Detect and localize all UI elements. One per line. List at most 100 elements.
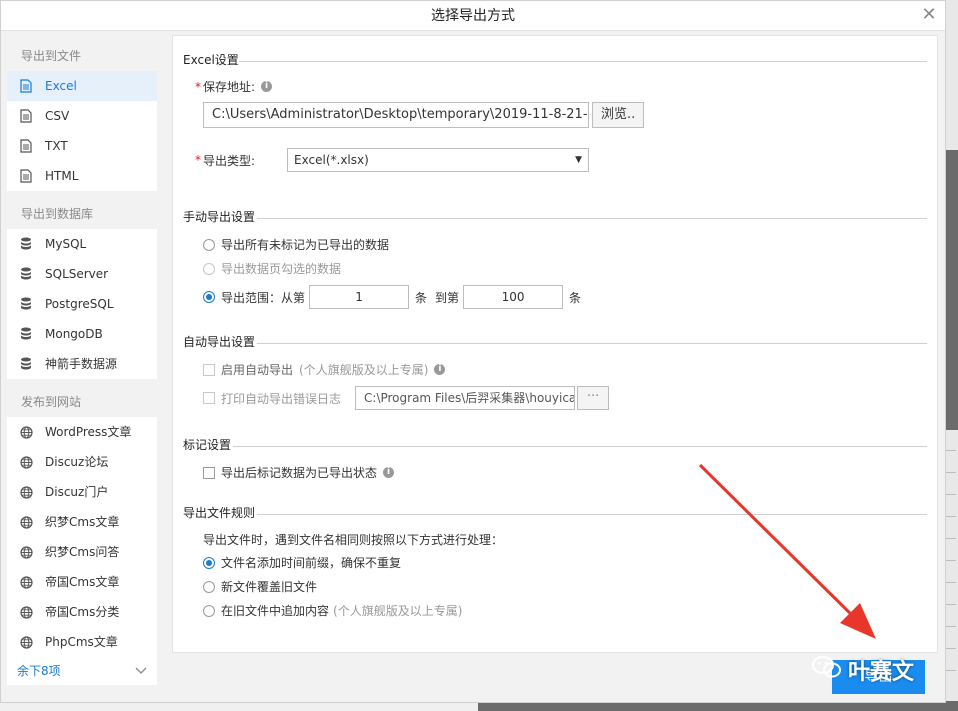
to-label: 到第 [435,290,460,305]
unit-label: 条 [569,290,582,305]
export-target-sidebar: 导出到文件 Excel CSV TXT HTML 导出到数据库 MySQL SQ… [7,41,157,685]
group-head-database: 导出到数据库 [7,199,157,229]
globe-icon [19,575,33,589]
radio-range[interactable] [203,291,215,303]
auto-export-row: 启用自动导出 (个人旗舰版及以上专属) i [203,361,446,378]
divider [257,218,927,219]
sidebar-item-postgresql[interactable]: PostgreSQL [7,289,157,319]
section-title-mark: 标记设置 [183,438,232,452]
sidebar-item-phpcms-article[interactable]: PhpCms文章 [7,627,157,657]
info-icon[interactable]: i [434,364,446,375]
group-head-website: 发布到网站 [7,387,157,417]
option-overwrite[interactable]: 新文件覆盖旧文件 [203,578,317,595]
unit-label: 条 [415,290,428,305]
file-icon [19,169,33,183]
sidebar-item-csv[interactable]: CSV [7,101,157,131]
database-icon [19,267,33,281]
option-checked[interactable]: 导出数据页勾选的数据 [203,260,341,277]
close-icon[interactable]: ✕ [919,5,939,25]
globe-icon [19,545,33,559]
sidebar-item-label: TXT [45,139,68,153]
browse-button[interactable]: 浏览.. [592,102,645,128]
watermark: 叶赛文 [812,654,914,686]
mark-exported-row: 导出后标记数据为已导出状态 i [203,464,395,481]
sidebar-item-label: 神箭手数据源 [45,357,118,371]
option-range[interactable]: 导出范围：从第 1 条 到第 100 条 [203,285,581,309]
sidebar-item-label: PostgreSQL [45,297,114,311]
sidebar-item-empirecms-category[interactable]: 帝国Cms分类 [7,597,157,627]
section-mark: 标记设置 [183,436,231,453]
sidebar-item-label: MongoDB [45,327,103,341]
group-file: 导出到文件 Excel CSV TXT HTML [7,41,157,191]
export-type-row: * 导出类型: Excel(*.xlsx) ▼ [195,148,590,172]
option-range-label: 导出范围：从第 [221,290,306,305]
sidebar-item-excel[interactable]: Excel [7,71,157,101]
section-manual: 手动导出设置 [183,208,255,225]
sidebar-item-label: SQLServer [45,267,109,281]
section-auto: 自动导出设置 [183,333,255,350]
sidebar-item-txt[interactable]: TXT [7,131,157,161]
sidebar-item-label: 帝国Cms分类 [45,605,120,619]
section-title-auto: 自动导出设置 [183,335,256,349]
radio-append[interactable] [203,604,215,617]
radio-checked[interactable] [203,262,215,275]
section-title-excel: Excel设置 [183,53,239,67]
auto-export-checkbox[interactable] [203,363,215,376]
option-append[interactable]: 在旧文件中追加内容 (个人旗舰版及以上专属) [203,602,462,619]
radio-timestamp[interactable] [203,556,215,569]
sidebar-item-shenjianshou[interactable]: 神箭手数据源 [7,349,157,379]
sidebar-item-html[interactable]: HTML [7,161,157,191]
database-icon [19,297,33,311]
sidebar-item-wordpress[interactable]: WordPress文章 [7,417,157,447]
export-type-label: 导出类型: [203,153,256,168]
error-log-checkbox[interactable] [203,392,215,404]
watermark-text: 叶赛文 [848,660,915,685]
section-title-manual: 手动导出设置 [183,210,256,224]
file-icon [19,139,33,153]
option-timestamp[interactable]: 文件名添加时间前缀，确保不重复 [203,554,401,571]
option-unexported[interactable]: 导出所有未标记为已导出的数据 [203,236,389,253]
sidebar-item-dedecms-article[interactable]: 织梦Cms文章 [7,507,157,537]
save-path-input[interactable]: C:\Users\Administrator\Desktop\temporary… [203,102,589,128]
auto-export-label: 启用自动导出 [221,363,294,377]
option-overwrite-label: 新文件覆盖旧文件 [221,580,318,594]
error-log-label: 打印自动导出错误日志 [221,391,342,406]
sidebar-item-sqlserver[interactable]: SQLServer [7,259,157,289]
rule-description-text: 导出文件时，遇到文件名相同则按照以下方式进行处理： [203,533,504,547]
error-log-browse-button[interactable]: ··· [577,386,610,410]
sidebar-item-label: WordPress文章 [45,425,132,439]
option-timestamp-label: 文件名添加时间前缀，确保不重复 [221,556,402,570]
info-icon[interactable]: i [383,467,395,478]
info-icon[interactable]: i [261,81,273,92]
premium-note: (个人旗舰版及以上专属) [299,363,429,377]
file-icon [19,109,33,123]
error-log-path-input[interactable]: C:\Program Files\后羿采集器\houyicai [355,386,576,410]
sidebar-item-discuz-forum[interactable]: Discuz论坛 [7,447,157,477]
globe-icon [19,515,33,529]
export-type-select[interactable]: Excel(*.xlsx) ▼ [287,148,590,172]
wechat-icon [812,655,842,685]
globe-icon [19,455,33,469]
radio-overwrite[interactable] [203,580,215,593]
globe-icon [19,635,33,649]
sidebar-item-dedecms-qa[interactable]: 织梦Cms问答 [7,537,157,567]
sidebar-item-discuz-portal[interactable]: Discuz门户 [7,477,157,507]
range-from-input[interactable]: 1 [309,285,410,309]
mark-exported-checkbox[interactable] [203,466,215,479]
radio-unexported[interactable] [203,238,215,251]
sidebar-item-empirecms-article[interactable]: 帝国Cms文章 [7,567,157,597]
section-rule: 导出文件规则 [183,504,255,521]
arrow-annotation [698,463,876,639]
divider [257,343,927,344]
sidebar-item-mysql[interactable]: MySQL [7,229,157,259]
database-icon [19,357,33,371]
sidebar-item-label: Discuz论坛 [45,455,109,469]
option-checked-label: 导出数据页勾选的数据 [221,262,342,276]
sidebar-item-label: CSV [45,109,70,123]
show-more-button[interactable]: 余下8项 [7,657,157,685]
sidebar-item-label: 织梦Cms问答 [45,545,120,559]
range-to-input[interactable]: 100 [463,285,564,309]
rule-description: 导出文件时，遇到文件名相同则按照以下方式进行处理： [203,531,503,548]
sidebar-item-mongodb[interactable]: MongoDB [7,319,157,349]
divider [239,61,927,62]
